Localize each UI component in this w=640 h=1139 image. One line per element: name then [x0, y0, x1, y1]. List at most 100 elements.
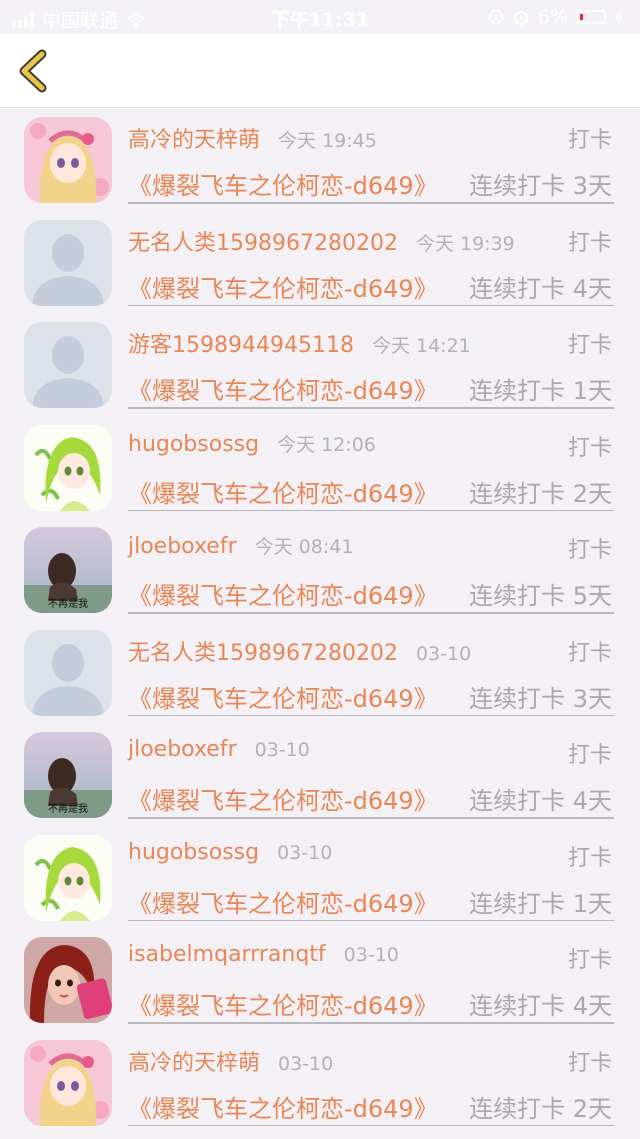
streak-label: 连续打卡 1天: [469, 377, 612, 405]
timestamp: 今天 08:41: [254, 536, 354, 558]
streak-label: 连续打卡 4天: [469, 992, 612, 1020]
battery-percent: 6%: [537, 6, 568, 28]
charging-icon: [615, 9, 623, 25]
streak-label: 连续打卡 2天: [469, 479, 612, 508]
checkin-label: 打卡: [567, 435, 612, 461]
timestamp: 03-10: [254, 739, 310, 761]
divider: [128, 1022, 614, 1024]
book-title[interactable]: 《爆裂飞车之伦柯恋-d649》: [128, 576, 438, 611]
avatar[interactable]: 不再是我: [24, 732, 112, 818]
list-item[interactable]: 不再是我 jloeboxefr 03-10 打卡《爆裂飞车之伦柯恋-d649》 连续打卡…: [0, 723, 640, 826]
username[interactable]: jloeboxefr 03-10: [128, 737, 310, 762]
timestamp: 今天 12:06: [277, 433, 376, 456]
list-item[interactable]: 高冷的天梓萌 03-10 打卡《爆裂飞车之伦柯恋-d649》 连续打卡 2天: [0, 1031, 640, 1134]
streak-label: 连续打卡 4天: [469, 787, 612, 815]
alarm-icon: [513, 11, 528, 25]
book-title[interactable]: 《爆裂飞车之伦柯恋-d649》: [128, 1089, 438, 1124]
username-text: 无名人类1598967280202: [128, 230, 398, 256]
timestamp: 今天 14:21: [371, 335, 471, 357]
username[interactable]: hugobsossg 今天 12:06: [128, 430, 376, 457]
list-item[interactable]: 高冷的天梓萌 今天 19:45 打卡《爆裂飞车之伦柯恋-d649》 连续打卡 3天: [0, 108, 640, 211]
username-text: isabelmqarrranqtf: [128, 942, 326, 967]
username-text: jloeboxefr: [128, 737, 237, 762]
book-title[interactable]: 《爆裂飞车之伦柯恋-d649》: [128, 166, 438, 201]
avatar[interactable]: 不再是我: [24, 527, 112, 613]
username[interactable]: 高冷的天梓萌 今天 19:45: [128, 122, 377, 154]
divider: [128, 714, 614, 716]
username-text: 无名人类1598967280202: [128, 640, 398, 666]
list-item[interactable]: 不再是我 jloeboxefr 今天 08:41 打卡 《爆裂飞车之伦柯恋-d649》 连…: [0, 518, 640, 621]
timestamp: 今天 19:45: [278, 130, 377, 152]
username-text: jloeboxefr: [128, 534, 237, 559]
avatar[interactable]: [24, 937, 112, 1023]
checkin-label: 打卡: [567, 128, 612, 153]
username-text: 高冷的天梓萌: [128, 1050, 261, 1076]
list-item[interactable]: isabelmqarrranqtf 03-10 打卡《爆裂飞车之伦柯恋-d649》 连…: [0, 928, 640, 1031]
book-title[interactable]: 《爆裂飞车之伦柯恋-d649》: [128, 986, 438, 1021]
checkin-label: 打卡: [567, 333, 612, 358]
divider: [128, 407, 614, 409]
list-item[interactable]: hugobsossg 03-10 打卡《爆裂飞车之伦柯恋-d649》 连续打卡 1天: [0, 826, 640, 929]
chevron-left-icon[interactable]: [12, 48, 56, 94]
avatar[interactable]: [24, 834, 112, 921]
svg-text:不再是我: 不再是我: [48, 598, 88, 610]
checkin-label: 打卡: [567, 640, 612, 666]
username[interactable]: 高冷的天梓萌 03-10: [128, 1045, 333, 1077]
avatar[interactable]: [24, 117, 112, 203]
divider: [128, 304, 614, 306]
divider: [128, 1124, 614, 1126]
book-title[interactable]: 《爆裂飞车之伦柯恋-d649》: [128, 371, 438, 406]
divider: [128, 612, 614, 614]
divider: [128, 509, 614, 511]
book-title[interactable]: 《爆裂飞车之伦柯恋-d649》: [128, 269, 438, 304]
list-item[interactable]: 无名人类1598967280202 今天 19:39 打卡《爆裂飞车之伦柯恋-d64…: [0, 211, 640, 314]
status-bar: 中国联通 下午11:31 6%: [0, 0, 640, 34]
status-right: 6%: [488, 6, 624, 28]
book-title[interactable]: 《爆裂飞车之伦柯恋-d649》: [128, 679, 438, 714]
book-title[interactable]: 《爆裂飞车之伦柯恋-d649》: [128, 884, 438, 919]
username[interactable]: isabelmqarrranqtf 03-10: [128, 942, 399, 967]
streak-label: 连续打卡 3天: [469, 684, 612, 713]
avatar[interactable]: [24, 424, 112, 511]
avatar[interactable]: [24, 219, 112, 306]
username[interactable]: 无名人类1598967280202 03-10: [128, 635, 471, 667]
timestamp: 03-10: [278, 1052, 334, 1075]
avatar[interactable]: [24, 1039, 112, 1126]
streak-label: 连续打卡 3天: [469, 172, 612, 200]
book-title[interactable]: 《爆裂飞车之伦柯恋-d649》: [128, 781, 438, 816]
username-text: hugobsossg: [128, 431, 260, 457]
username[interactable]: jloeboxefr 今天 08:41: [128, 532, 353, 559]
streak-label: 连续打卡 5天: [469, 582, 612, 610]
avatar[interactable]: [24, 322, 112, 408]
checkin-label: 打卡: [567, 743, 612, 768]
checkin-label: 打卡: [567, 948, 612, 973]
timestamp: 今天 19:39: [415, 232, 515, 255]
divider: [128, 202, 614, 204]
navigation-bar: [0, 34, 640, 108]
checkin-label: 打卡: [567, 230, 612, 256]
username[interactable]: hugobsossg 03-10: [128, 840, 332, 865]
divider: [128, 817, 614, 819]
list-item[interactable]: hugobsossg 今天 12:06 打卡《爆裂飞车之伦柯恋-d649》 连续打卡 …: [0, 416, 640, 519]
streak-label: 连续打卡 4天: [469, 274, 612, 303]
book-title[interactable]: 《爆裂飞车之伦柯恋-d649》: [128, 474, 438, 509]
avatar[interactable]: [24, 629, 112, 716]
battery-icon: [576, 10, 606, 24]
checkin-label: 打卡: [567, 1050, 612, 1076]
divider: [128, 919, 614, 921]
username-text: 游客1598944945118: [128, 333, 354, 358]
username[interactable]: 游客1598944945118 今天 14:21: [128, 327, 471, 359]
svg-text:不再是我: 不再是我: [48, 803, 88, 815]
timestamp: 03-10: [343, 944, 399, 966]
location-icon: [488, 10, 503, 24]
list-item[interactable]: 无名人类1598967280202 03-10 打卡《爆裂飞车之伦柯恋-d649》 连…: [0, 621, 640, 724]
username-text: hugobsossg: [128, 839, 260, 865]
timestamp: 03-10: [415, 642, 472, 665]
streak-label: 连续打卡 2天: [469, 1094, 612, 1123]
streak-label: 连续打卡 1天: [469, 889, 612, 918]
checkin-label: 打卡: [567, 845, 612, 871]
list-item[interactable]: 游客1598944945118 今天 14:21 打卡《爆裂飞车之伦柯恋-d649》…: [0, 313, 640, 416]
checkin-list: 高冷的天梓萌 今天 19:45 打卡 《爆裂飞车之伦柯恋-d649》 连续打卡 3天 无名…: [0, 108, 640, 1133]
username[interactable]: 无名人类1598967280202 今天 19:39: [128, 225, 515, 257]
timestamp: 03-10: [277, 841, 333, 864]
